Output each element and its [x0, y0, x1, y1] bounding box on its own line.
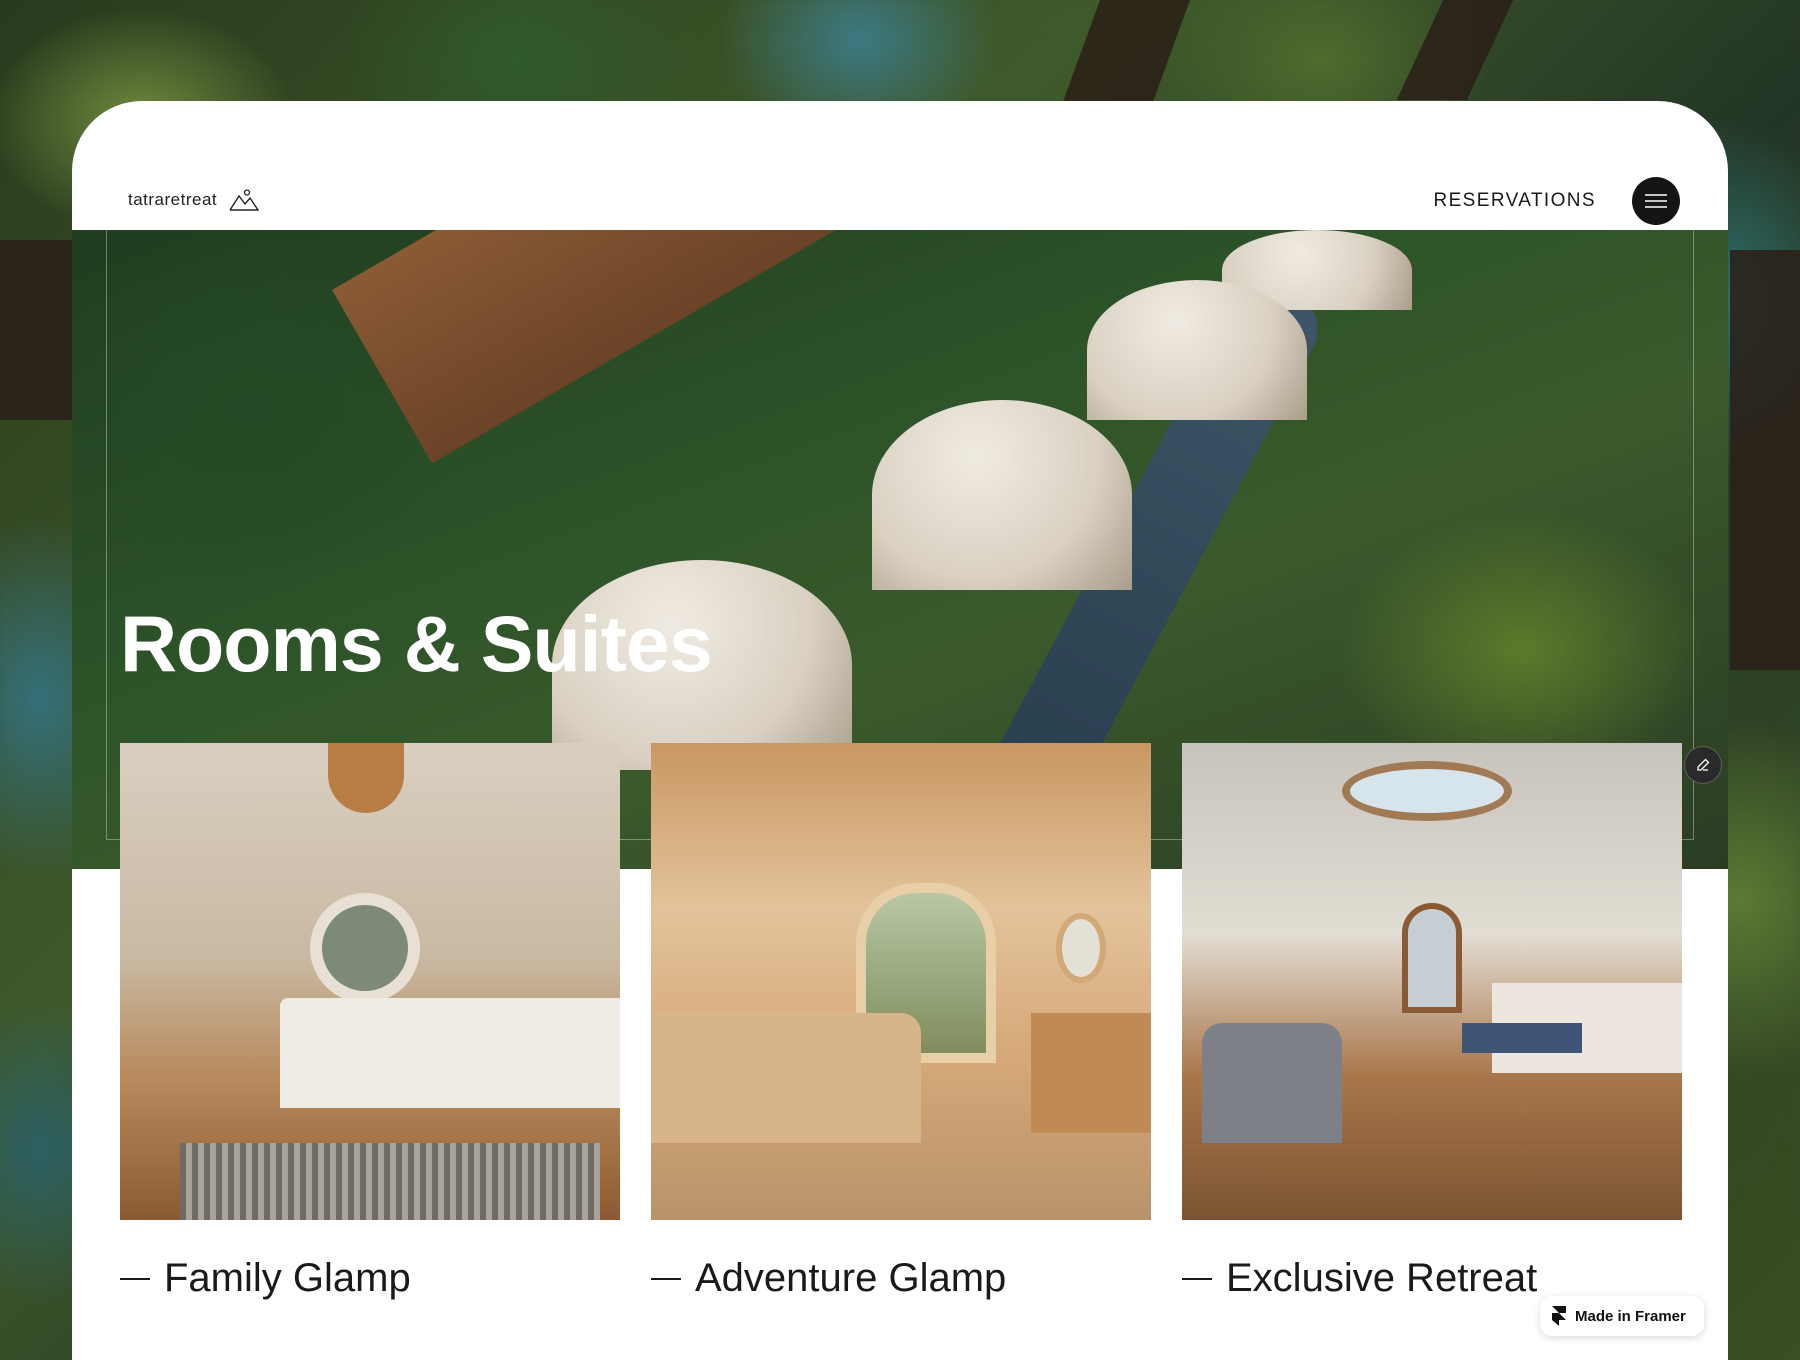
- background-branch: [0, 240, 72, 420]
- dash-icon: [120, 1277, 150, 1280]
- rug: [180, 1143, 600, 1220]
- edit-button[interactable]: [1684, 746, 1722, 784]
- room-title-text: Exclusive Retreat: [1226, 1256, 1538, 1300]
- room-title[interactable]: Exclusive Retreat: [1182, 1256, 1682, 1301]
- badge-label: Made in Framer: [1575, 1307, 1686, 1325]
- menu-button[interactable]: [1632, 177, 1680, 225]
- background-branch: [1059, 0, 1191, 110]
- page-frame: tatraretreat RESERVATIONS Rooms & Suites: [72, 101, 1728, 1360]
- chairs: [1202, 1023, 1342, 1143]
- background-branch: [1396, 0, 1514, 100]
- room-card-adventure-glamp[interactable]: Adventure Glamp: [651, 743, 1151, 1301]
- framer-logo-icon: [1552, 1306, 1566, 1326]
- round-window: [1056, 913, 1106, 983]
- logo-text: tatraretreat: [128, 190, 218, 209]
- bed: [280, 998, 620, 1108]
- room-title-text: Adventure Glamp: [695, 1256, 1007, 1300]
- skylight: [1342, 761, 1512, 821]
- room-title[interactable]: Family Glamp: [120, 1256, 620, 1301]
- room-title-text: Family Glamp: [164, 1256, 411, 1300]
- dash-icon: [1182, 1277, 1212, 1280]
- reservations-link[interactable]: RESERVATIONS: [1433, 190, 1596, 212]
- room-card-family-glamp[interactable]: Family Glamp: [120, 743, 620, 1301]
- hamburger-icon: [1645, 194, 1667, 208]
- pencil-icon: [1697, 758, 1710, 771]
- mountain-icon: [229, 189, 260, 211]
- round-window: [310, 893, 420, 1003]
- logo[interactable]: tatraretreat: [128, 189, 260, 211]
- background-branch: [1730, 250, 1800, 670]
- desk: [1031, 1013, 1151, 1133]
- dash-icon: [651, 1277, 681, 1280]
- room-image-adventure-glamp[interactable]: [651, 743, 1151, 1220]
- bench: [1462, 1023, 1582, 1053]
- room-card-exclusive-retreat[interactable]: Exclusive Retreat: [1182, 743, 1682, 1301]
- page-title: Rooms & Suites: [120, 599, 713, 688]
- doorway: [1402, 903, 1462, 1013]
- bed: [651, 1013, 921, 1143]
- room-image-exclusive-retreat[interactable]: [1182, 743, 1682, 1220]
- made-in-framer-badge[interactable]: Made in Framer: [1540, 1296, 1704, 1336]
- room-image-family-glamp[interactable]: [120, 743, 620, 1220]
- top-nav: tatraretreat RESERVATIONS: [72, 101, 1728, 230]
- pendant-lamp: [328, 743, 404, 813]
- room-title[interactable]: Adventure Glamp: [651, 1256, 1151, 1301]
